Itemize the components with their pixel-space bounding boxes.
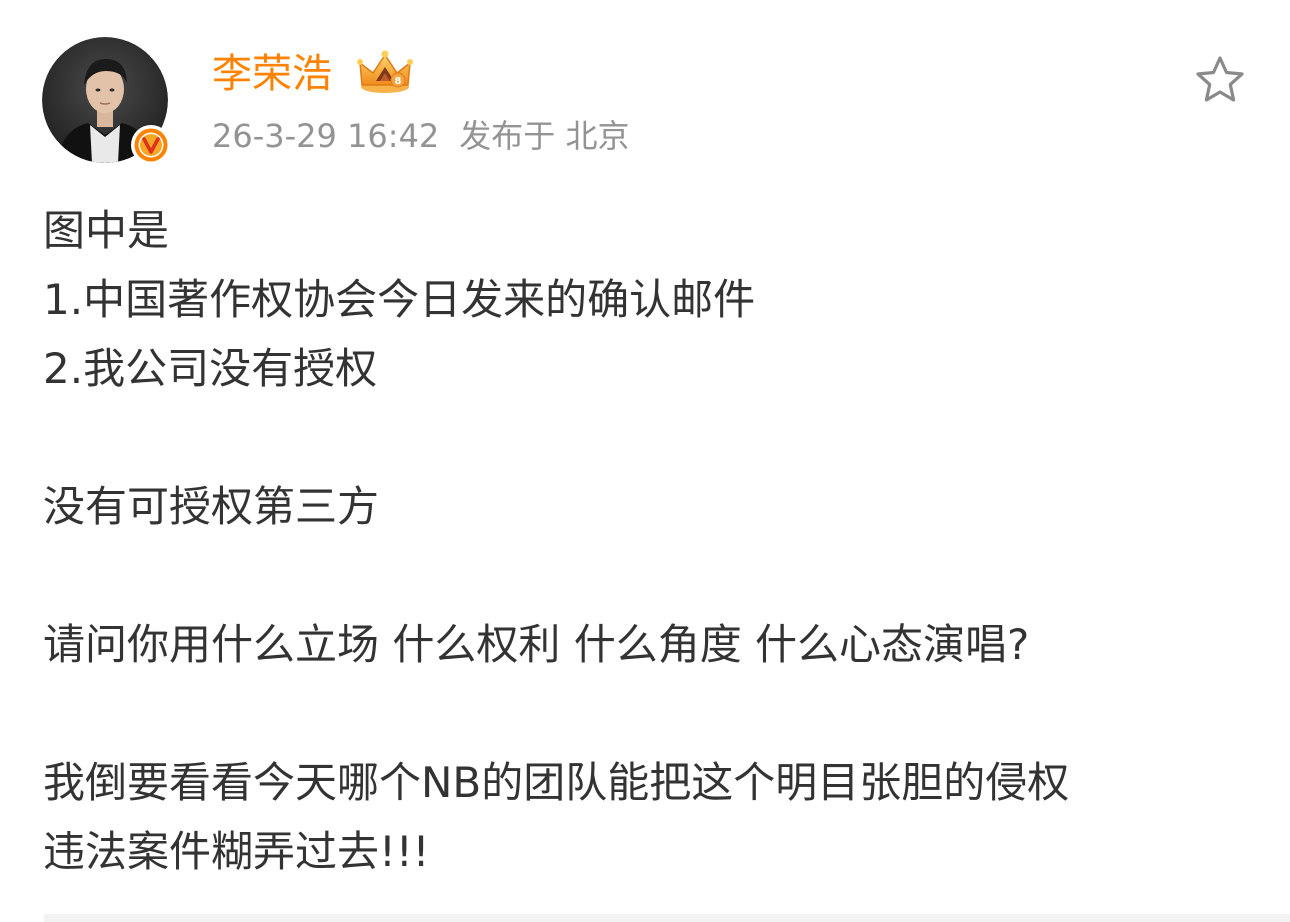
author-name[interactable]: 李荣浩: [212, 45, 332, 103]
post-line: 图中是: [43, 206, 170, 255]
post-blank-line: [43, 679, 1263, 748]
post-line: 2.我公司没有授权: [43, 344, 378, 393]
post-blank-line: [43, 541, 1263, 610]
post-line: 没有可授权第三方: [43, 482, 380, 531]
favorite-button[interactable]: [1190, 51, 1250, 111]
post-line: 请问你用什么立场 什么权利 什么角度 什么心态演唱?: [43, 620, 1030, 669]
post-meta: 26-3-29 16:42 发布于 北京: [212, 113, 629, 159]
post-location: 发布于 北京: [459, 117, 630, 155]
post-line: 1.中国著作权协会今日发来的确认邮件: [43, 275, 756, 324]
post-blank-line: [43, 403, 1263, 472]
svg-text:8: 8: [395, 76, 402, 87]
post-timestamp: 26-3-29 16:42: [212, 117, 440, 155]
section-divider: [44, 914, 1290, 922]
post-line: 违法案件糊弄过去!!!: [43, 827, 430, 876]
star-outline-icon: [1196, 56, 1244, 102]
author-avatar-area[interactable]: [42, 37, 171, 165]
crown-icon[interactable]: 8: [356, 47, 414, 97]
post-line: 我倒要看看今天哪个NB的团队能把这个明目张胆的侵权: [43, 758, 1070, 807]
verified-badge-icon: [131, 125, 171, 165]
post-content: 图中是 1.中国著作权协会今日发来的确认邮件 2.我公司没有授权 没有可授权第三…: [43, 196, 1263, 886]
